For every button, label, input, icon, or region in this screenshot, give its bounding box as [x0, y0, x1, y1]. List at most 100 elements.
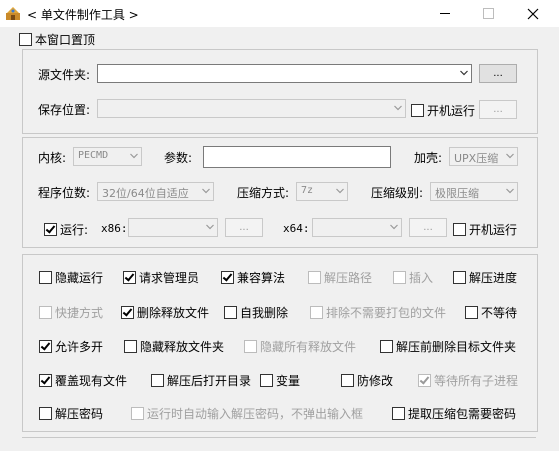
option-label: 提取压缩包需要密码	[408, 407, 517, 421]
option-checkbox[interactable]: 不等待	[465, 304, 517, 321]
option-checkbox[interactable]: 变量	[260, 372, 300, 389]
close-button[interactable]	[510, 0, 556, 27]
option-checkbox[interactable]: 覆盖现有文件	[39, 372, 127, 389]
run-checkbox[interactable]: 运行:	[44, 221, 88, 238]
option-checkbox[interactable]: 解压后打开目录	[151, 372, 251, 389]
option-label: 不等待	[481, 306, 518, 320]
app-icon	[5, 5, 21, 21]
window-title: < 单文件制作工具 >	[27, 8, 139, 22]
option-checkbox[interactable]: 隐藏释放文件夹	[124, 338, 224, 355]
minimize-button[interactable]	[422, 0, 468, 27]
option-checkbox[interactable]: 删除释放文件	[121, 304, 209, 321]
chevron-down-icon	[460, 70, 468, 76]
checkbox-box	[392, 407, 405, 420]
option-label: 覆盖现有文件	[55, 374, 128, 388]
chevron-down-icon	[506, 153, 514, 159]
checkbox-box	[411, 104, 424, 117]
option-checkbox[interactable]: 排除不需要打包的文件	[310, 304, 446, 321]
x86-browse-button[interactable]: ...	[225, 218, 263, 237]
option-checkbox[interactable]: 解压进度	[453, 269, 517, 286]
save-browse-button[interactable]: ...	[479, 100, 517, 119]
option-checkbox[interactable]: 请求管理员	[123, 269, 199, 286]
option-checkbox[interactable]: 隐藏所有释放文件	[244, 338, 356, 355]
run-startup-checkbox[interactable]: 开机运行	[453, 221, 517, 238]
save-location-combo[interactable]	[97, 99, 406, 118]
checkbox-box	[308, 271, 321, 284]
checkbox-box	[244, 340, 257, 353]
option-checkbox[interactable]: 自我删除	[224, 304, 288, 321]
option-label: 解压密码	[55, 407, 104, 421]
x86-label: x86:	[101, 222, 128, 235]
option-label: 隐藏释放文件夹	[140, 340, 225, 354]
option-checkbox[interactable]: 快捷方式	[39, 304, 103, 321]
checkbox-box	[224, 306, 237, 319]
option-label: 解压前删除目标文件夹	[396, 340, 517, 354]
x64-combo[interactable]	[312, 218, 402, 237]
maximize-button[interactable]	[465, 0, 511, 27]
checkbox-box	[310, 306, 323, 319]
checkbox-box	[393, 271, 406, 284]
source-browse-button[interactable]: ...	[479, 64, 517, 83]
chevron-down-icon	[394, 105, 402, 111]
checkbox-box	[418, 374, 431, 387]
chevron-down-icon	[130, 153, 138, 159]
compress-level-label: 压缩级别:	[371, 186, 424, 200]
option-label: 解压进度	[469, 271, 518, 285]
source-folder-label: 源文件夹:	[38, 68, 91, 82]
option-label: 运行时自动输入解压密码，不弹出输入框	[147, 407, 364, 421]
option-label: 删除释放文件	[137, 306, 210, 320]
checkbox-box	[39, 340, 52, 353]
checkbox-box	[131, 407, 144, 420]
checkbox-box	[380, 340, 393, 353]
kernel-value: PECMD	[78, 150, 109, 161]
params-label: 参数:	[164, 151, 193, 165]
option-checkbox[interactable]: 运行时自动输入解压密码，不弹出输入框	[131, 405, 363, 422]
option-label: 自我删除	[240, 306, 289, 320]
option-checkbox[interactable]: 解压前删除目标文件夹	[380, 338, 516, 355]
option-checkbox[interactable]: 插入	[393, 269, 433, 286]
option-checkbox[interactable]: 隐藏运行	[39, 269, 103, 286]
shell-combo[interactable]: UPX压缩	[449, 147, 518, 166]
option-checkbox[interactable]: 允许多开	[39, 338, 103, 355]
checkbox-box	[151, 374, 164, 387]
run-label: 运行:	[60, 223, 89, 237]
option-checkbox[interactable]: 提取压缩包需要密码	[392, 405, 516, 422]
compress-method-combo[interactable]: 7z	[296, 182, 348, 201]
run-startup-label: 开机运行	[469, 223, 518, 237]
kernel-label: 内核:	[38, 151, 67, 165]
checkbox-box	[260, 374, 273, 387]
minimize-icon	[440, 13, 450, 14]
option-checkbox[interactable]: 解压密码	[39, 405, 103, 422]
x64-browse-button[interactable]: ...	[409, 218, 447, 237]
option-label: 排除不需要打包的文件	[326, 306, 447, 320]
checkbox-box	[341, 374, 354, 387]
close-icon	[527, 8, 539, 19]
option-checkbox[interactable]: 防修改	[341, 372, 393, 389]
compress-level-combo[interactable]: 极限压缩	[430, 182, 518, 201]
checkbox-box	[124, 340, 137, 353]
checkbox-box	[123, 271, 136, 284]
x86-combo[interactable]	[128, 218, 218, 237]
source-folder-combo[interactable]	[97, 64, 472, 83]
option-checkbox[interactable]: 兼容算法	[221, 269, 285, 286]
source-group	[22, 49, 538, 134]
bottom-divider	[22, 437, 536, 438]
option-label: 等待所有子进程	[434, 374, 519, 388]
option-checkbox[interactable]: 等待所有子进程	[418, 372, 518, 389]
stay-on-top-checkbox[interactable]: 本窗口置顶	[19, 31, 95, 48]
checkbox-box	[39, 271, 52, 284]
arch-combo[interactable]: 32位/64位自适应	[97, 182, 214, 201]
compress-level-value: 极限压缩	[435, 187, 479, 200]
option-checkbox[interactable]: 解压路径	[308, 269, 372, 286]
option-label: 兼容算法	[237, 271, 286, 285]
checkbox-box	[39, 407, 52, 420]
params-input[interactable]	[203, 146, 391, 168]
arch-value: 32位/64位自适应	[102, 187, 189, 200]
chevron-down-icon	[206, 224, 214, 230]
chevron-down-icon	[506, 188, 514, 194]
kernel-combo[interactable]: PECMD	[73, 147, 142, 166]
save-startup-checkbox[interactable]: 开机运行	[411, 102, 475, 119]
option-label: 请求管理员	[139, 271, 200, 285]
x64-label: x64:	[283, 222, 310, 235]
option-label: 解压路径	[324, 271, 373, 285]
